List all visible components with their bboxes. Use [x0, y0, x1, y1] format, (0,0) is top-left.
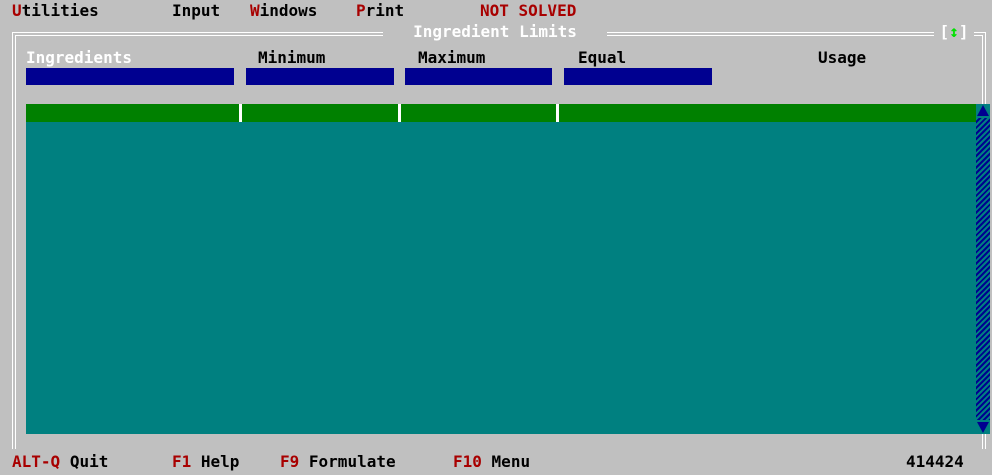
menu-input[interactable]: Input	[172, 1, 220, 21]
grid-column-divider	[398, 104, 401, 122]
grid-column-divider	[556, 104, 559, 122]
menu-key-code: F10	[453, 452, 482, 471]
grid-column-divider	[239, 104, 242, 122]
resize-button[interactable]: [↕]	[934, 22, 974, 42]
equal-field[interactable]	[564, 68, 712, 85]
menu-input-label: Input	[172, 1, 221, 20]
quit-key-label: Quit	[69, 452, 109, 471]
ingredient-grid[interactable]	[26, 122, 976, 434]
up-arrow-icon[interactable]	[976, 104, 990, 118]
column-header-usage: Usage	[818, 48, 867, 67]
menu-utilities-label: tilities	[21, 1, 99, 20]
quit-key-code: ALT-Q	[12, 452, 61, 471]
help-key-code: F1	[172, 452, 192, 471]
menu-print-hotkey: P	[356, 1, 366, 20]
column-header-maximum: Maximum	[418, 48, 486, 67]
column-header-minimum: Minimum	[258, 48, 326, 67]
record-counter: 414424	[906, 452, 964, 471]
down-arrow-icon[interactable]	[976, 420, 990, 434]
column-header-equal: Equal	[578, 48, 627, 67]
updown-arrow-icon: ↕	[949, 22, 959, 41]
menu-print[interactable]: Print	[356, 1, 404, 21]
formulate-key-code: F9	[280, 452, 300, 471]
resize-bracket-right: ]	[958, 22, 969, 41]
menu-bar: Utilities Input Windows Print NOT SOLVED	[0, 0, 992, 22]
solve-status: NOT SOLVED	[480, 1, 577, 20]
maximum-field[interactable]	[405, 68, 552, 85]
menu-windows-label: indows	[259, 1, 318, 20]
menu-key[interactable]: F10 Menu	[453, 452, 530, 472]
menu-print-label: rint	[365, 1, 405, 20]
menu-windows-hotkey: W	[250, 1, 260, 20]
formulate-key[interactable]: F9 Formulate	[280, 452, 396, 472]
column-header-ingredients: Ingredients	[26, 48, 132, 67]
quit-key[interactable]: ALT-Q Quit	[12, 452, 108, 472]
grid-header-row[interactable]	[26, 104, 976, 122]
vertical-scrollbar[interactable]	[976, 104, 990, 434]
menu-windows[interactable]: Windows	[250, 1, 317, 21]
menu-utilities-hotkey: U	[12, 1, 22, 20]
window-title: Ingredient Limits	[383, 22, 607, 42]
menu-utilities[interactable]: Utilities	[12, 1, 99, 21]
ingredients-filter-field[interactable]	[26, 68, 234, 85]
help-key-label: Help	[200, 452, 240, 471]
minimum-field[interactable]	[246, 68, 394, 85]
help-key[interactable]: F1 Help	[172, 452, 239, 472]
menu-key-label: Menu	[491, 452, 531, 471]
formulate-key-label: Formulate	[308, 452, 396, 471]
function-key-bar: ALT-Q Quit F1 Help F9 Formulate F10 Menu…	[0, 449, 992, 475]
resize-bracket-left: [	[939, 22, 950, 41]
